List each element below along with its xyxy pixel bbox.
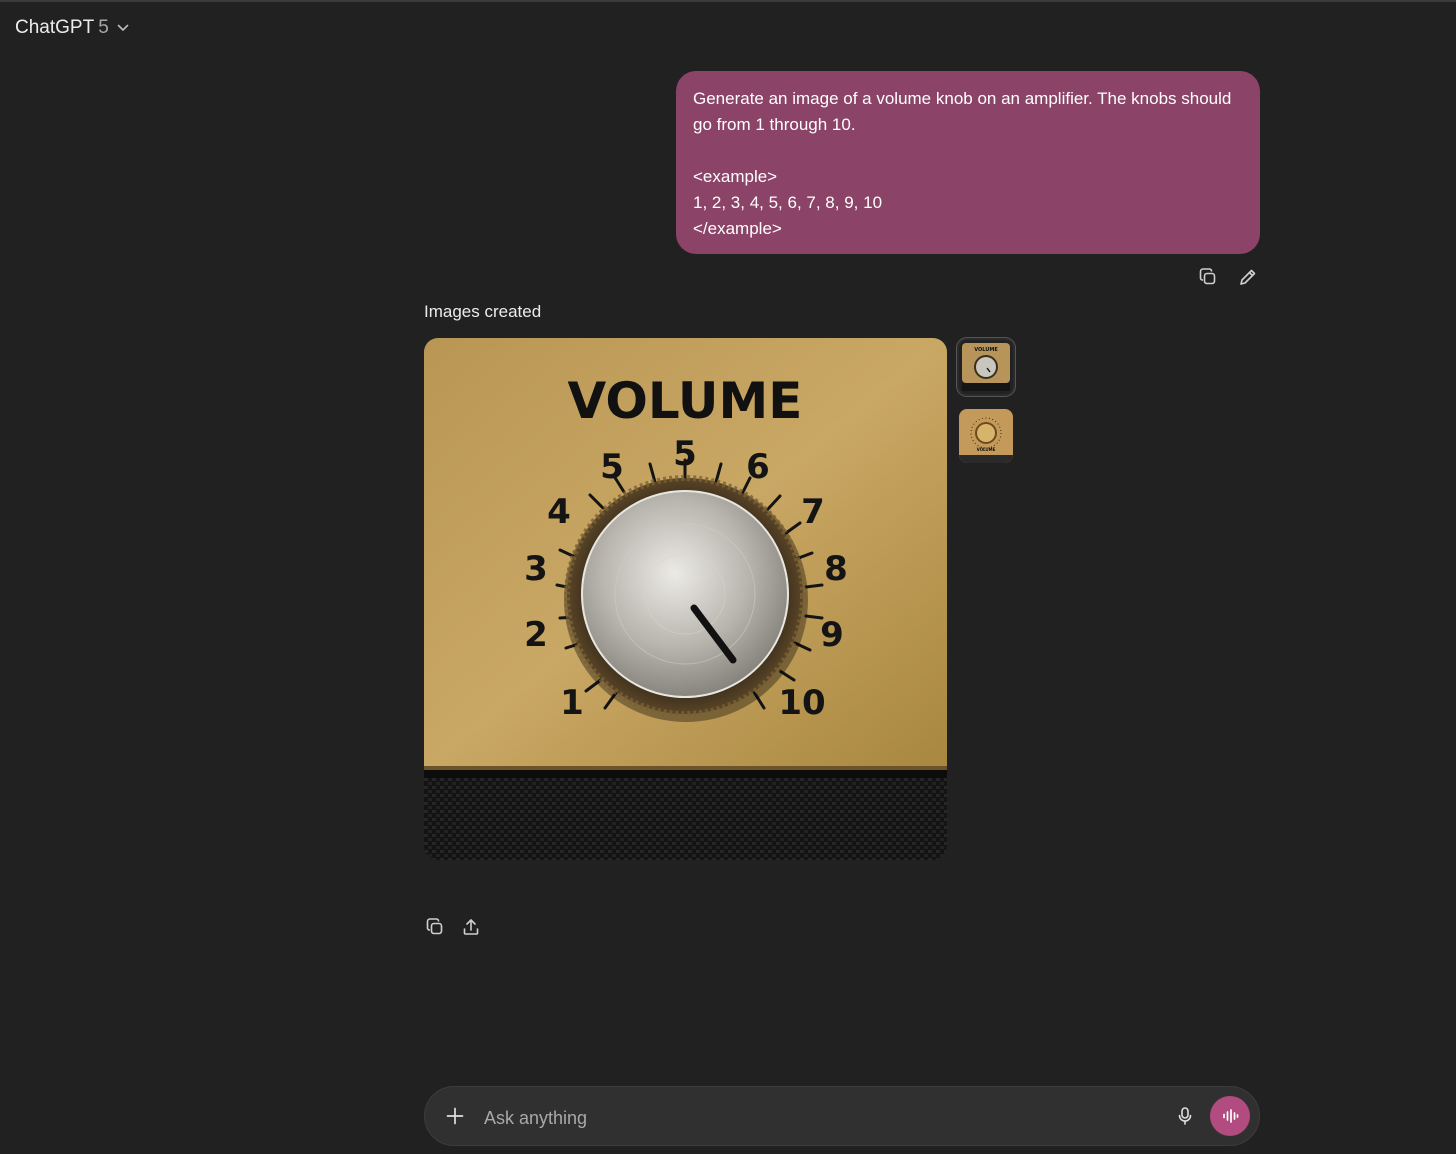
dictate-button[interactable] (1173, 1104, 1197, 1128)
user-message-line: Generate an image of a volume knob on an… (693, 89, 1237, 134)
user-message-line: 1, 2, 3, 4, 5, 6, 7, 8, 9, 10 (693, 193, 883, 212)
dial-label: 2 (524, 615, 548, 655)
user-message-line (693, 138, 1243, 164)
user-message-actions (1196, 265, 1260, 289)
copy-response-button[interactable] (423, 915, 447, 939)
image-thumbnail-1[interactable]: VOLUME (959, 340, 1013, 394)
thumbnail-caption: VOLUME (977, 447, 996, 452)
volume-knob-thumbnail: VOLUME (959, 409, 1013, 463)
volume-knob-thumbnail: VOLUME (959, 340, 1013, 394)
dial-label: 4 (547, 492, 571, 532)
user-message-line: </example> (693, 219, 782, 238)
images-created-label: Images created (424, 302, 542, 321)
dial-label: 3 (524, 549, 548, 589)
voice-waveform-icon (1223, 1109, 1239, 1123)
response-actions (423, 915, 483, 939)
share-response-button[interactable] (459, 915, 483, 939)
volume-knob-artwork: VOLUME 1 2 3 4 5 5 6 7 8 9 10 (424, 338, 947, 860)
model-version: 5 (98, 17, 109, 38)
plus-icon (446, 1107, 464, 1125)
model-switcher[interactable]: ChatGPT 5 (15, 17, 129, 39)
message-composer (424, 1086, 1260, 1146)
chevron-down-icon (117, 24, 129, 31)
model-name: ChatGPT (15, 17, 95, 38)
user-message-bubble: Generate an image of a volume knob on an… (676, 71, 1260, 254)
prompt-input[interactable] (482, 1100, 1166, 1136)
thumbnail-caption: VOLUME (974, 347, 998, 353)
add-attachment-button[interactable] (443, 1104, 467, 1128)
window-top-border (0, 0, 1456, 2)
dial-label: 9 (820, 615, 844, 655)
share-icon (463, 919, 479, 935)
edit-message-button[interactable] (1236, 265, 1260, 289)
dial-label: 8 (824, 549, 848, 589)
user-message-line: <example> (693, 167, 778, 186)
dial-label: 1 (560, 683, 584, 723)
voice-mode-button[interactable] (1210, 1096, 1250, 1136)
panel-title: VOLUME (568, 372, 803, 430)
dial-label: 10 (778, 683, 825, 723)
copy-icon (426, 918, 443, 935)
dial-label: 5 (600, 447, 624, 487)
microphone-icon (1178, 1107, 1192, 1125)
dial-label: 6 (746, 447, 770, 487)
copy-message-button[interactable] (1196, 265, 1220, 289)
dial-label: 5 (673, 434, 697, 474)
pencil-icon (1240, 269, 1256, 285)
generated-image[interactable]: VOLUME 1 2 3 4 5 5 6 7 8 9 10 (424, 338, 947, 860)
image-thumbnail-2[interactable]: VOLUME (959, 409, 1013, 463)
copy-icon (1199, 268, 1216, 285)
dial-label: 7 (801, 492, 825, 532)
